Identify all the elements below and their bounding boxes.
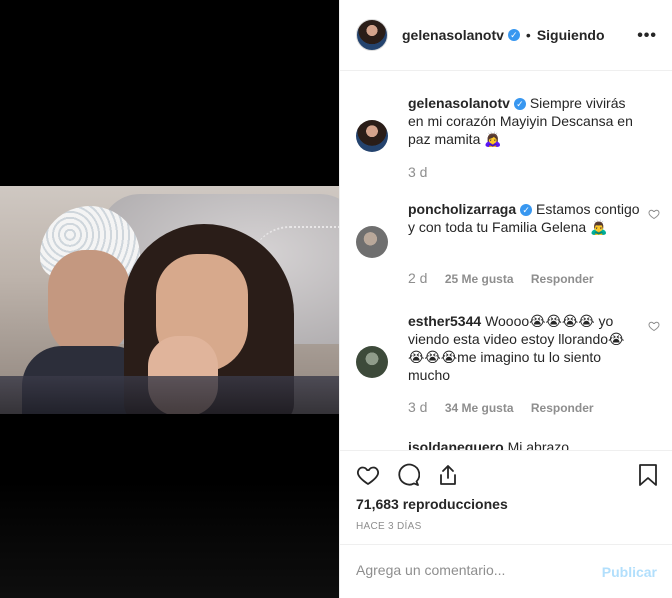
reply-button[interactable]: Responder: [531, 401, 594, 415]
post-timestamp: HACE 3 DÍAS: [356, 521, 422, 532]
comment-likes[interactable]: 25 Me gusta: [445, 272, 514, 286]
post-media[interactable]: [0, 0, 339, 598]
heart-icon[interactable]: [648, 208, 660, 220]
heart-icon[interactable]: [648, 320, 660, 332]
comment-likes[interactable]: 34 Me gusta: [445, 401, 514, 415]
avatar[interactable]: [356, 120, 388, 152]
comments-list[interactable]: gelenasolanotv ✓ Siempre vivirás en mi co…: [340, 72, 672, 450]
verified-icon: ✓: [513, 98, 526, 110]
post-actions: 71,683 reproducciones HACE 3 DÍAS: [340, 450, 672, 554]
video-player[interactable]: [0, 186, 339, 414]
comment-age: 3 d: [408, 164, 428, 180]
avatar[interactable]: [356, 346, 388, 378]
publish-button[interactable]: Publicar: [602, 564, 657, 580]
comment-icon[interactable]: [396, 463, 420, 487]
reply-button[interactable]: Responder: [531, 272, 594, 286]
header-separator: •: [525, 27, 531, 43]
avatar[interactable]: [356, 19, 388, 51]
verified-icon: ✓: [520, 204, 533, 216]
comment-input[interactable]: [356, 562, 586, 578]
share-icon[interactable]: [436, 463, 460, 487]
comment-username[interactable]: poncholizarraga: [408, 201, 516, 217]
avatar[interactable]: [356, 226, 388, 258]
header-username[interactable]: gelenasolanotv: [402, 27, 504, 43]
heart-icon[interactable]: [356, 463, 380, 487]
add-comment-bar: Publicar: [340, 544, 672, 598]
comment-age: 2 d: [408, 270, 428, 286]
comment-username[interactable]: esther5344: [408, 313, 481, 329]
comment-username[interactable]: isoldaneguero: [408, 439, 504, 450]
comment-age: 3 d: [408, 399, 428, 415]
post-side-panel: gelenasolanotv ✓ • Siguiendo ••• gelenas…: [339, 0, 672, 598]
follow-status-button[interactable]: Siguiendo: [537, 27, 605, 43]
verified-icon: ✓: [507, 29, 520, 41]
more-options-icon[interactable]: •••: [637, 27, 657, 45]
view-count[interactable]: 71,683 reproducciones: [356, 496, 508, 512]
post-header: gelenasolanotv ✓ • Siguiendo •••: [340, 0, 672, 71]
bookmark-icon[interactable]: [637, 463, 659, 487]
comment-text: Mi abrazo: [507, 439, 570, 450]
comment-username[interactable]: gelenasolanotv: [408, 95, 510, 111]
